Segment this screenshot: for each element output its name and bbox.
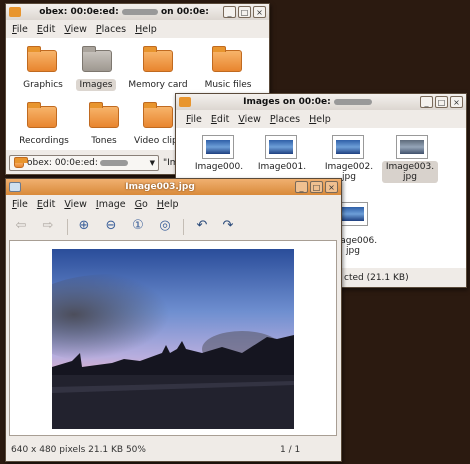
forward-arrow-icon[interactable]: ⇨ [39,217,57,235]
path-text: obex: 00:0e:ed: [27,158,98,168]
toolbar-separator [67,219,68,235]
zoom-normal-icon[interactable]: ① [129,217,147,235]
menubar: File Edit View Places Help [6,20,269,38]
redacted-path [99,160,128,166]
file-label[interactable]: Image001. [257,162,307,172]
folder-recordings-label[interactable]: Recordings [16,136,72,146]
images-titlebar[interactable]: Images on 00:0e: _ □ × [176,94,466,110]
file-label[interactable]: Image003. [384,162,436,172]
redacted-address [333,98,372,105]
image-viewer-window: Image003.jpg _ □ × File Edit View Image … [5,178,342,462]
file-label-ext[interactable]: jpg [384,172,436,182]
menu-help[interactable]: Help [135,24,157,35]
menu-help[interactable]: Help [157,199,179,210]
zoom-out-icon[interactable]: ⊖ [102,217,120,235]
menu-file[interactable]: File [186,114,202,125]
maximize-button[interactable]: □ [435,96,448,108]
statusbar: 640 x 480 pixels 21.1 KB 50% 1 / 1 [6,441,341,459]
menu-view[interactable]: View [64,24,87,35]
image-thumbnail-icon[interactable] [332,135,364,159]
folder-icon [9,7,21,17]
folder-music-files-label[interactable]: Music files [200,80,256,90]
menu-view[interactable]: View [238,114,261,125]
selection-status: cted (21.1 KB) [344,273,409,283]
close-button[interactable]: × [325,181,338,193]
menu-file[interactable]: File [12,199,28,210]
folder-video-clips-label[interactable]: Video clip [134,136,178,146]
minimize-button[interactable]: _ [420,96,433,108]
toolbar-separator [183,219,184,235]
folder-tones-label[interactable]: Tones [84,136,124,146]
image-thumbnail-icon[interactable] [396,135,428,159]
menu-help[interactable]: Help [309,114,331,125]
image-thumbnail-icon[interactable] [202,135,234,159]
menu-edit[interactable]: Edit [37,24,55,35]
menu-file[interactable]: File [12,24,28,35]
obex-titlebar[interactable]: obex: 00:0e:ed: on 00:0e: _ □ × [6,4,269,20]
folder-graphics-icon[interactable] [27,46,57,72]
minimize-button[interactable]: _ [223,6,236,18]
folder-icon [179,97,191,107]
back-arrow-icon[interactable]: ⇦ [12,217,30,235]
folder-images-icon[interactable] [82,46,112,72]
maximize-button[interactable]: □ [238,6,251,18]
menu-edit[interactable]: Edit [211,114,229,125]
folder-tones-icon[interactable] [89,102,119,128]
file-label[interactable]: Image002. [324,162,374,172]
image-thumbnail-icon[interactable] [265,135,297,159]
menu-view[interactable]: View [64,199,87,210]
folder-memory-card-icon[interactable] [143,46,173,72]
rotate-left-icon[interactable]: ↶ [193,217,211,235]
minimize-button[interactable]: _ [295,181,308,193]
chevron-down-icon: ▼ [149,159,155,167]
rotate-right-icon[interactable]: ↷ [219,217,237,235]
toolbar: ⇦ ⇨ ⊕ ⊖ ① ◎ ↶ ↷ [6,217,341,239]
folder-recordings-icon[interactable] [27,102,57,128]
file-label[interactable]: Image000. [194,162,244,172]
menubar: File Edit View Places Help [176,110,466,128]
zoom-fit-icon[interactable]: ◎ [156,217,174,235]
close-button[interactable]: × [450,96,463,108]
folder-graphics-label[interactable]: Graphics [17,80,69,90]
window-title: Images on 00:0e: [243,97,331,107]
zoom-in-icon[interactable]: ⊕ [75,217,93,235]
folder-images-label[interactable]: Images [76,79,116,91]
menu-edit[interactable]: Edit [37,199,55,210]
folder-music-files-icon[interactable] [212,46,242,72]
maximize-button[interactable]: □ [310,181,323,193]
image-file-icon [9,182,21,192]
menu-go[interactable]: Go [135,199,148,210]
image-info: 640 x 480 pixels 21.1 KB 50% [11,445,146,455]
folder-small-icon [14,156,28,168]
window-title: Image003.jpg [125,182,195,192]
menubar: File Edit View Image Go Help [6,195,341,213]
path-dropdown[interactable]: obex: 00:0e:ed: ▼ [9,155,159,171]
close-button[interactable]: × [253,6,266,18]
redacted-address [121,8,158,15]
image-canvas[interactable] [9,240,337,436]
folder-memory-card-label[interactable]: Memory card [124,80,192,90]
window-title: obex: 00:0e:ed: [39,7,119,17]
image-position: 1 / 1 [280,445,301,455]
menu-places[interactable]: Places [270,114,300,125]
menu-places[interactable]: Places [96,24,126,35]
window-title-suffix: on 00:0e: [160,7,209,17]
folder-video-clips-icon[interactable] [143,102,173,128]
photo-london-sunset [52,249,294,429]
viewer-titlebar[interactable]: Image003.jpg _ □ × [6,179,341,195]
menu-image[interactable]: Image [96,199,126,210]
